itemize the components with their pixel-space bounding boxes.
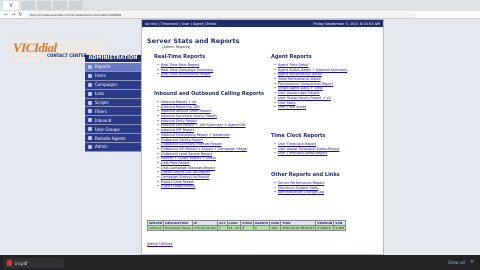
section-title-real-time: Real-Time Reports xyxy=(154,54,206,60)
menu-item-user-groups[interactable]: User Groups xyxy=(85,125,141,135)
campaigns-icon xyxy=(88,82,92,87)
browser-tab[interactable] xyxy=(53,1,67,10)
menu-item-filters[interactable]: Filters xyxy=(85,107,141,117)
table-cell: Y xyxy=(216,225,228,231)
report-link[interactable]: User Timeclock Detail Report xyxy=(273,151,339,156)
table-cell: 3,458 xyxy=(333,225,346,231)
pdf-file-icon xyxy=(7,260,12,266)
real-time-links: Real-Time Main ReportReal-Time Campaign … xyxy=(156,63,213,77)
top-navbar: Ad min | Timeclock | User | Agent | Emai… xyxy=(142,20,383,27)
page-subtitle: (Admin Reports) xyxy=(162,45,191,49)
inbound-icon xyxy=(88,118,92,123)
close-icon[interactable]: ✕ xyxy=(470,259,474,265)
page-gutter xyxy=(384,19,480,255)
browser-tab[interactable]: V xyxy=(3,1,19,10)
admin-icon xyxy=(88,144,92,149)
reload-icon[interactable]: ↻ xyxy=(18,11,22,19)
menu-item-scripts[interactable]: Scripts xyxy=(85,98,141,108)
users-icon xyxy=(88,73,92,78)
filters-icon xyxy=(88,109,92,114)
column-header: DISK xyxy=(269,220,282,226)
report-link[interactable]: Real-Time Whiteboard Report xyxy=(156,72,213,77)
reports-icon xyxy=(88,64,92,69)
table-cell: 2.14b0.5 xyxy=(315,225,335,231)
report-link[interactable]: Export Leads Report xyxy=(156,184,247,189)
url-field[interactable]: http://vicidial.example.com/vicidial/adm… xyxy=(25,11,416,18)
server-table: SERVER DESCRIPTION IP ACT LOAD CHAN AGENTS DISK… xyxy=(146,220,346,231)
inbound-links: Inbound Report + AllInbound Report by DI… xyxy=(156,100,247,189)
menu-item-reports[interactable]: Reports xyxy=(85,63,141,72)
footer-link[interactable]: Admin Utilities xyxy=(147,242,172,246)
table-cell: 0 xyxy=(240,225,254,231)
menu-item-remote-agents[interactable]: Remote Agents xyxy=(85,134,141,144)
admin-menu: Reports Users Campaigns Lists Scripts Fi… xyxy=(85,63,141,152)
column-header: CHAN xyxy=(240,220,254,226)
column-header: VERSION xyxy=(315,220,335,226)
menu-item-inbound[interactable]: Inbound xyxy=(85,116,141,126)
column-header: SERVER xyxy=(146,220,165,226)
downloads-bar xyxy=(0,255,480,270)
table-cell[interactable]: vicibox1 xyxy=(146,225,165,231)
section-title-inbound: Inbound and Outbound Calling Reports xyxy=(154,91,264,97)
address-bar: ← → ↻ http://vicidial.example.com/vicidi… xyxy=(0,11,480,19)
browser-tab[interactable] xyxy=(69,1,83,10)
scripts-icon xyxy=(88,100,92,105)
menu-item-lists[interactable]: Lists xyxy=(85,89,141,99)
agent-links: Agent Time DetailAgent Status Detail + I… xyxy=(273,63,347,110)
download-item[interactable]: ini.pdf xyxy=(4,258,64,268)
table-cell: Production Dialer xyxy=(163,225,194,231)
section-title-agent: Agent Reports xyxy=(271,54,312,60)
main-content: Ad min | Timeclock | User | Agent | Emai… xyxy=(141,19,384,255)
admin-header: ADMINISTRATION xyxy=(85,55,141,62)
timeclock-links: User Timeclock ReportUser Group Timecloc… xyxy=(273,142,339,156)
show-all-link[interactable]: Show all xyxy=(448,260,465,265)
browser-tab[interactable] xyxy=(21,1,35,10)
browser-tab[interactable] xyxy=(37,1,51,10)
column-header: AGENTS xyxy=(252,220,271,226)
table-cell: 11 - 15 xyxy=(226,225,242,231)
report-link[interactable]: User Time Sheet xyxy=(273,105,347,110)
other-links: Server Performance ReportMaximum System … xyxy=(273,181,324,195)
server-table-row[interactable]: vicibox1 Production Dialer 172.22.12.101 Y 1… xyxy=(146,225,346,231)
tab-strip: V xyxy=(0,0,480,11)
sidebar: VICIdial CONTACT CENTER ADMINISTRATION R… xyxy=(0,19,141,255)
report-link[interactable]: Administration Change Log xyxy=(273,190,324,195)
menu-item-admin[interactable]: Admin xyxy=(85,143,141,152)
browser-window: V ← → ↻ http://vicidial.example.com/vici… xyxy=(0,0,480,270)
back-icon[interactable]: ← xyxy=(4,11,8,19)
menu-item-campaigns[interactable]: Campaigns xyxy=(85,80,141,90)
section-title-other: Other Reports and Links xyxy=(271,172,340,178)
table-cell: 2021-09-03 08:10:53 xyxy=(280,225,317,231)
forward-icon[interactable]: → xyxy=(11,11,15,19)
menu-item-users[interactable]: Users xyxy=(85,71,141,81)
table-cell: 0 xyxy=(252,225,271,231)
page-title: Server Stats and Reports xyxy=(147,37,240,45)
table-cell: 172.22.12.101 xyxy=(192,225,218,231)
lists-icon xyxy=(88,91,92,96)
top-nav-links[interactable]: Ad min | Timeclock | User | Agent | Emai… xyxy=(145,22,217,26)
section-title-timeclock: Time Clock Reports xyxy=(271,133,326,139)
table-cell: 19% xyxy=(269,225,282,231)
column-header: ACT xyxy=(216,220,228,226)
remote-agents-icon xyxy=(88,136,92,141)
date-time: Friday September 3, 2021 8:10:53 AM xyxy=(313,21,380,26)
user-groups-icon xyxy=(88,127,92,132)
